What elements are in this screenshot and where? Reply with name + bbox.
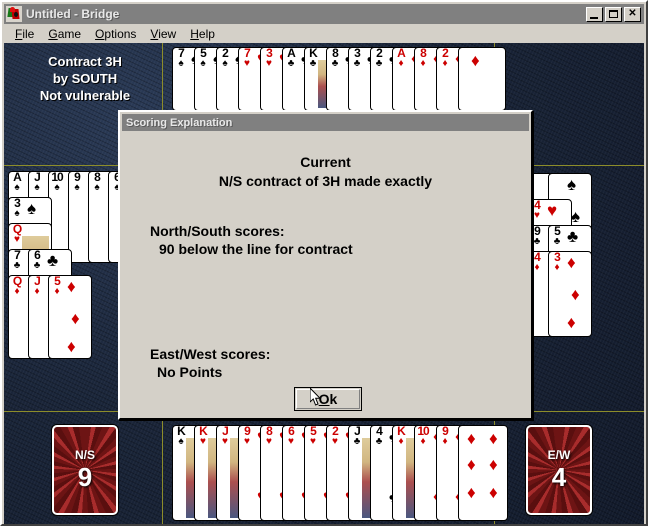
contract-line-1: Contract 3H <box>48 54 122 69</box>
card-corner: 8 ♥ <box>266 425 273 447</box>
card-corner: 10 ♦ <box>417 425 429 447</box>
dialog-title: Scoring Explanation <box>126 116 233 129</box>
score-card-ew-value: 4 <box>551 462 567 492</box>
card-corner: 7 ♥ <box>244 47 251 69</box>
ok-button[interactable]: Ok <box>294 387 362 411</box>
card-pip: ♣ <box>47 251 59 270</box>
score-card-ns-value: 9 <box>77 462 93 492</box>
playing-card[interactable]: ♦ ♦ ♦ ♦ ♦ ♦ <box>458 425 508 521</box>
card-corner: 7 ♠ <box>178 47 185 69</box>
card-corner: 3 ♦ <box>554 251 561 273</box>
card-corner: Q ♦ <box>12 275 22 297</box>
ns-scores-value: 90 below the line for contract <box>159 241 353 257</box>
ok-button-rest: k <box>329 391 338 407</box>
card-corner: 5 ♥ <box>310 425 317 447</box>
menu-bar: FFileile Game Options View Help <box>4 24 644 43</box>
card-pip: ♣ <box>567 227 579 246</box>
card-pip: ♠ <box>27 199 37 218</box>
card-pip: ♦ <box>567 253 576 272</box>
card-pip: ♠ <box>567 175 577 194</box>
card-pip: ♦ <box>67 277 76 296</box>
scoring-explanation-dialog: Scoring Explanation Current N/S contract… <box>118 110 533 420</box>
menu-item-options[interactable]: Options <box>88 25 143 43</box>
menu-item-help[interactable]: Help <box>183 25 222 43</box>
minimize-button[interactable] <box>586 6 603 22</box>
card-corner: 4 ♣ <box>375 425 383 447</box>
card-corner: 5 ♦ <box>54 275 61 297</box>
card-corner: 2 ♣ <box>375 47 383 69</box>
card-corner: J ♠ <box>34 171 41 193</box>
bridge-cards-icon <box>6 6 22 22</box>
playing-card[interactable]: 3 ♦ ♦ ♦ ♦ <box>548 251 592 337</box>
menu-item-file[interactable]: FFileile <box>8 25 41 43</box>
card-pip: ♦ <box>71 309 80 328</box>
dialog-title-bar[interactable]: Scoring Explanation <box>122 114 529 131</box>
menu-item-game[interactable]: Game <box>41 25 88 43</box>
score-card-ew-label: E/W <box>547 448 571 462</box>
card-corner: 9 ♠ <box>74 171 81 193</box>
bridge-application-window: Untitled - Bridge ✕ FFileile Game Option… <box>0 0 648 526</box>
card-corner: 9 ♦ <box>442 425 449 447</box>
ns-scores-label: North/South scores: <box>150 223 285 239</box>
dialog-body: Current N/S contract of 3H made exactly … <box>122 131 529 416</box>
card-pip: ♦ <box>571 285 580 304</box>
mouse-cursor <box>310 388 322 406</box>
ew-scores-value: No Points <box>157 364 223 380</box>
card-corner: 3 ♥ <box>266 47 273 69</box>
ew-scores-label: East/West scores: <box>150 346 271 362</box>
card-corner: A ♣ <box>287 47 296 69</box>
card-corner: 8 ♠ <box>94 171 101 193</box>
card-corner: 7 ♣ <box>13 249 21 271</box>
card-corner: 6 ♣ <box>33 249 41 271</box>
close-icon: ✕ <box>628 8 637 19</box>
contract-info: Contract 3H by SOUTH Not vulnerable <box>10 53 160 104</box>
card-corner: 6 ♥ <box>288 425 295 447</box>
card-corner: 5 ♣ <box>553 225 561 247</box>
card-corner: 2 ♥ <box>332 425 339 447</box>
contract-line-2: by SOUTH <box>52 71 118 86</box>
score-card-ns[interactable]: N/S 9 <box>52 425 118 515</box>
maximize-button[interactable] <box>605 6 622 22</box>
card-corner: 3 ♣ <box>353 47 361 69</box>
card-pip: ♦ <box>567 313 576 332</box>
card-corner: 5 ♠ <box>200 47 207 69</box>
card-corner: 8 ♦ <box>420 47 427 69</box>
window-controls: ✕ <box>586 6 641 22</box>
window-title-bar[interactable]: Untitled - Bridge ✕ <box>4 4 644 24</box>
card-corner: J ♦ <box>34 275 41 297</box>
score-card-ns-label: N/S <box>74 448 95 462</box>
card-pip: ♦ <box>67 337 76 356</box>
card-corner: 3 ♠ <box>14 197 21 219</box>
card-corner: 9 ♥ <box>244 425 251 447</box>
card-corner: 2 ♦ <box>442 47 449 69</box>
card-pip: ♥ <box>547 201 558 220</box>
contract-line-3: Not vulnerable <box>39 88 131 103</box>
card-corner: A ♠ <box>13 171 22 193</box>
score-card-ew[interactable]: E/W 4 <box>526 425 592 515</box>
playing-card[interactable]: 5 ♦ ♦ ♦ ♦ <box>48 275 92 359</box>
window-title: Untitled - Bridge <box>26 7 120 21</box>
card-corner: A ♦ <box>397 47 406 69</box>
dialog-heading: Current <box>300 154 351 170</box>
dialog-subheading: N/S contract of 3H made exactly <box>218 173 433 189</box>
card-pip: ♠ <box>571 207 581 226</box>
card-corner: 2 ♠ <box>222 47 229 69</box>
card-corner: 10 ♠ <box>51 171 63 193</box>
close-button[interactable]: ✕ <box>624 6 641 22</box>
menu-item-view[interactable]: View <box>143 25 183 43</box>
playing-card[interactable]: ♦ <box>458 47 506 111</box>
card-corner: 8 ♣ <box>331 47 339 69</box>
